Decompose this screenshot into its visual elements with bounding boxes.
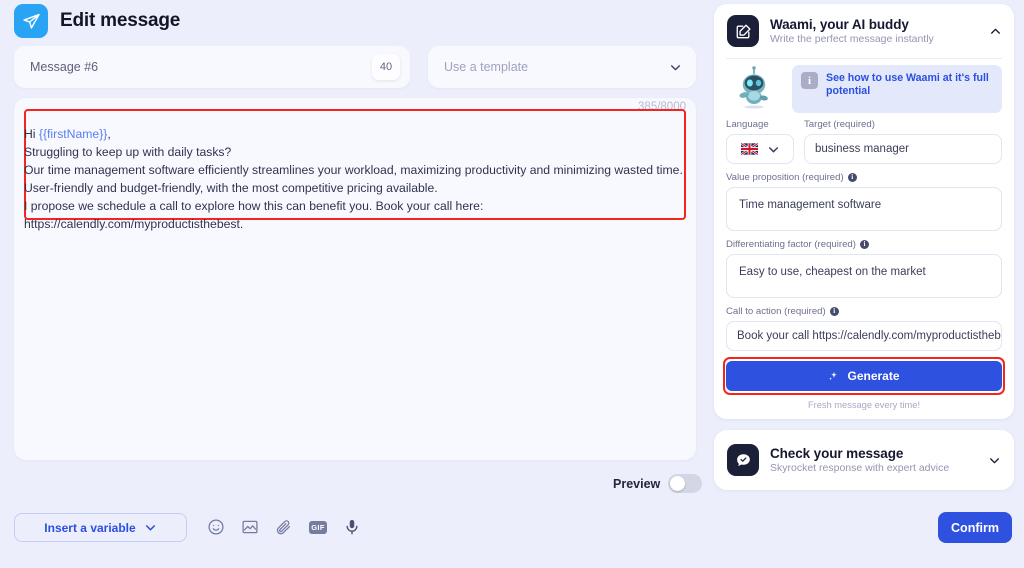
info-icon[interactable]: i: [847, 173, 857, 182]
message-count-badge: 40: [372, 54, 400, 80]
check-message-subtitle: Skyrocket response with expert advice: [770, 462, 950, 474]
page-header: Edit message: [14, 4, 180, 38]
generate-button[interactable]: Generate: [726, 361, 1002, 391]
info-icon[interactable]: i: [829, 307, 839, 316]
send-icon: [14, 4, 48, 38]
call-to-action-field: Call to action (required) i Book your ca…: [714, 298, 1014, 351]
language-select[interactable]: [726, 134, 794, 164]
preview-label: Preview: [613, 476, 661, 491]
value-proposition-input[interactable]: Time management software: [726, 187, 1002, 231]
insert-variable-button[interactable]: Insert a variable: [14, 513, 187, 542]
waami-info-banner-text: See how to use Waami at it's full potent…: [826, 72, 989, 97]
waami-panel: Waami, your AI buddy Write the perfect m…: [714, 4, 1014, 419]
edit-message-screen: Edit message Message #6 40 Use a templat…: [0, 0, 1024, 568]
message-paragraph: Struggling to keep up with daily tasks? …: [24, 145, 683, 231]
sparkle-icon: [829, 371, 838, 380]
template-select[interactable]: Use a template: [428, 46, 696, 88]
confirm-button[interactable]: Confirm: [938, 512, 1012, 543]
variable-token: {{firstName}}: [38, 127, 108, 141]
preview-toggle-row[interactable]: Preview: [613, 474, 703, 493]
check-message-title: Check your message: [770, 446, 904, 461]
differentiating-factor-label-text: Differentiating factor (required): [726, 239, 856, 250]
waami-intro-row: i See how to use Waami at it's full pote…: [714, 59, 1014, 113]
chat-check-icon: [727, 444, 759, 476]
robot-mascot-icon: [739, 66, 768, 109]
info-icon: i: [801, 72, 818, 89]
differentiating-factor-input[interactable]: Easy to use, cheapest on the market: [726, 254, 1002, 298]
generate-note: Fresh message every time!: [807, 400, 921, 410]
template-placeholder: Use a template: [444, 60, 529, 74]
call-to-action-label-text: Call to action (required): [726, 306, 826, 317]
call-to-action-input[interactable]: Book your call https://calendly.com/mypr…: [726, 321, 1002, 351]
page-title: Edit message: [60, 10, 181, 31]
check-message-expand-button[interactable]: [982, 454, 1014, 467]
generate-button-wrapper: Generate: [723, 357, 1005, 395]
waami-info-banner[interactable]: i See how to use Waami at it's full pote…: [792, 65, 1002, 113]
generate-label: Generate: [847, 369, 900, 383]
waami-panel-subtitle: Write the perfect message instantly: [770, 33, 934, 45]
check-message-panel[interactable]: Check your message Skyrocket response wi…: [714, 430, 1014, 490]
check-message-header: Check your message Skyrocket response wi…: [714, 444, 982, 476]
message-name-label: Message #6: [30, 60, 99, 74]
robot-mascot-column: [726, 65, 782, 113]
emoji-icon[interactable]: [207, 518, 225, 536]
greeting-prefix: Hi: [24, 127, 39, 141]
chevron-down-icon: [768, 146, 778, 152]
waami-panel-header[interactable]: Waami, your AI buddy Write the perfect m…: [714, 4, 1014, 58]
image-icon[interactable]: [241, 518, 259, 536]
message-body-text[interactable]: Hi {{firstName}}, Struggling to keep up …: [24, 125, 684, 233]
target-input[interactable]: business manager: [804, 134, 1002, 164]
chevron-down-icon: [145, 525, 155, 531]
language-target-row: Language Target (required) business mana…: [714, 113, 1014, 164]
message-name-field[interactable]: Message #6 40: [14, 46, 410, 88]
value-proposition-field: Value proposition (required) i Time mana…: [714, 164, 1014, 231]
value-proposition-label: Value proposition (required) i: [726, 172, 1002, 183]
differentiating-factor-field: Differentiating factor (required) i Easy…: [714, 231, 1014, 298]
preview-toggle[interactable]: [668, 474, 703, 493]
greeting-suffix: ,: [107, 127, 111, 141]
language-label: Language: [726, 119, 769, 130]
info-icon[interactable]: i: [859, 240, 869, 249]
composer-tool-icons: GIF: [207, 518, 361, 536]
waami-panel-title: Waami, your AI buddy: [770, 17, 909, 32]
chevron-up-icon[interactable]: [989, 25, 1002, 38]
message-editor-card[interactable]: 385/8000 Hi {{firstName}}, Struggling to…: [14, 98, 696, 460]
chevron-down-icon: [671, 64, 680, 70]
microphone-icon[interactable]: [343, 518, 361, 536]
differentiating-factor-label: Differentiating factor (required) i: [726, 239, 1002, 250]
edit-pencil-icon: [727, 15, 759, 47]
insert-variable-label: Insert a variable: [44, 520, 136, 535]
gif-icon[interactable]: GIF: [309, 520, 327, 534]
call-to-action-label: Call to action (required) i: [726, 306, 1002, 317]
attachment-icon[interactable]: [275, 518, 293, 536]
target-field: Target (required) business manager: [804, 119, 1002, 164]
chevron-down-icon: [990, 457, 999, 463]
language-field: Language: [726, 119, 794, 164]
toggle-knob: [670, 476, 686, 491]
target-label: Target (required): [804, 119, 875, 130]
value-proposition-label-text: Value proposition (required): [726, 172, 844, 183]
uk-flag-icon: [740, 143, 758, 155]
